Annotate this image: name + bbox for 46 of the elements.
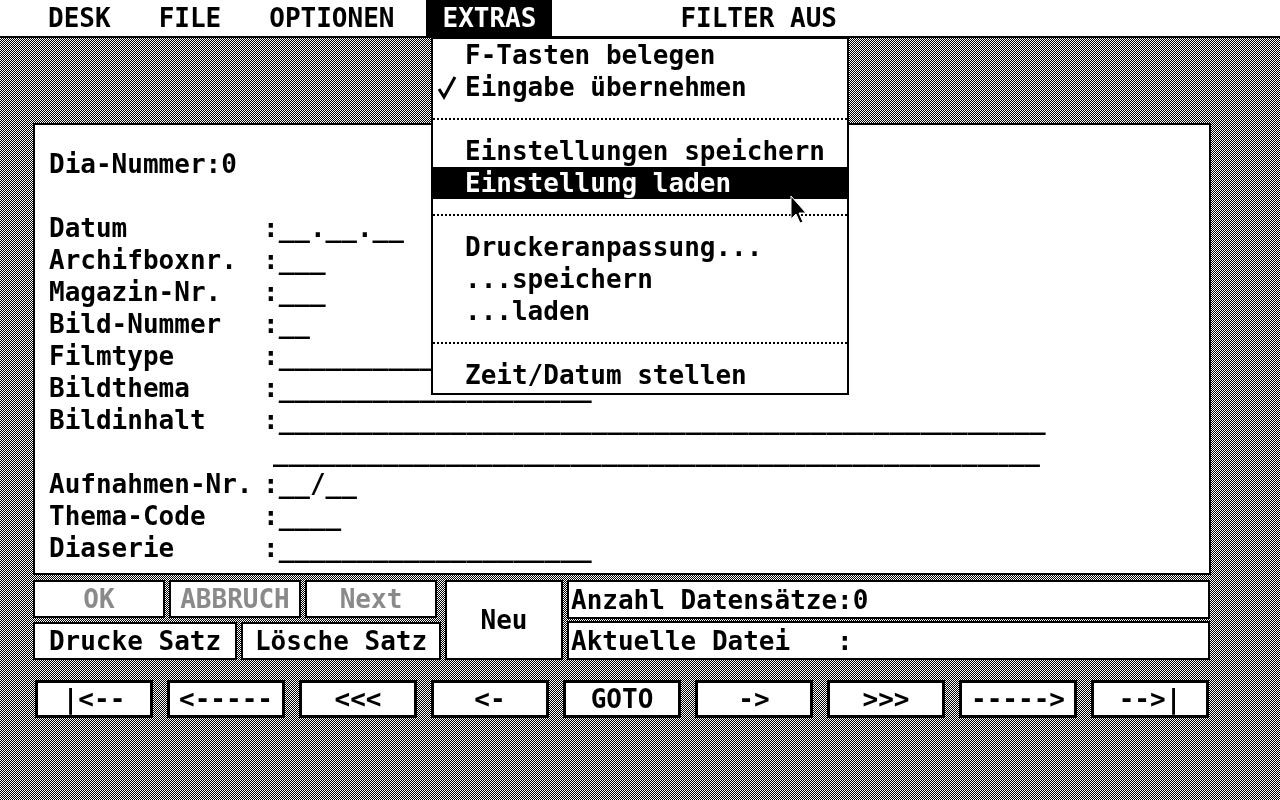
input-field[interactable]: :_________________________________________________ (263, 405, 1046, 437)
menu-item[interactable]: ...laden (433, 295, 847, 327)
input-field[interactable]: :__ (263, 309, 310, 341)
nav-button[interactable]: -----> (959, 680, 1077, 718)
menu-title[interactable]: OPTIONEN (253, 0, 411, 36)
nav-button[interactable]: -->| (1091, 680, 1209, 718)
field-label: Thema-Code (49, 501, 207, 533)
nav-button[interactable]: -> (695, 680, 813, 718)
menu-item[interactable]: Einstellungen speichern (433, 135, 847, 167)
input-field[interactable]: :____________________ (263, 533, 592, 565)
menu-title[interactable]: EXTRAS (426, 0, 553, 36)
field-label: Diaserie (49, 533, 176, 565)
menu-item[interactable]: Eingabe übernehmen (433, 71, 847, 103)
nav-button[interactable]: GOTO (563, 680, 681, 718)
input-field[interactable]: :__________ (263, 341, 436, 373)
menu-item[interactable]: Druckeranpassung... (433, 231, 847, 263)
nav-button[interactable]: >>> (827, 680, 945, 718)
field-label: Bildthema (49, 373, 191, 405)
field-label: Filmtype (49, 341, 176, 373)
action-button[interactable]: Neu (445, 580, 563, 660)
action-button[interactable]: Drucke Satz (33, 622, 237, 660)
action-button[interactable]: Lösche Satz (241, 622, 441, 660)
field-label: Magazin-Nr. (49, 277, 223, 309)
input-field[interactable]: :__.__.__ (263, 213, 404, 245)
input-field[interactable]: :____ (263, 501, 342, 533)
menu-item[interactable]: F-Tasten belegen (433, 39, 847, 71)
input-field[interactable]: :___ (263, 277, 326, 309)
menu-title[interactable]: FILE (142, 0, 238, 36)
input-field[interactable]: :__/__ (263, 469, 357, 501)
field-label: Archifboxnr. (49, 245, 238, 277)
nav-button[interactable]: <- (431, 680, 549, 718)
mouse-pointer-icon (790, 195, 808, 225)
nav-button[interactable]: |<-- (35, 680, 153, 718)
nav-button[interactable]: <----- (167, 680, 285, 718)
field-label: Bild-Nummer (49, 309, 223, 341)
menu-title[interactable]: DESK (32, 0, 127, 36)
field-label: Bildinhalt (49, 405, 207, 437)
menu-item[interactable]: Einstellung laden (433, 167, 847, 199)
nav-button[interactable]: <<< (299, 680, 417, 718)
input-field[interactable]: :___ (263, 245, 326, 277)
field-label: Aufnahmen-Nr. (49, 469, 254, 501)
filter-status: FILTER AUS (680, 3, 837, 33)
record-number: Dia-Nummer:0 (49, 149, 237, 181)
input-field[interactable]: _________________________________________________ (273, 437, 1040, 469)
field-label: Datum (49, 213, 129, 245)
menu-item[interactable]: ...speichern (433, 263, 847, 295)
